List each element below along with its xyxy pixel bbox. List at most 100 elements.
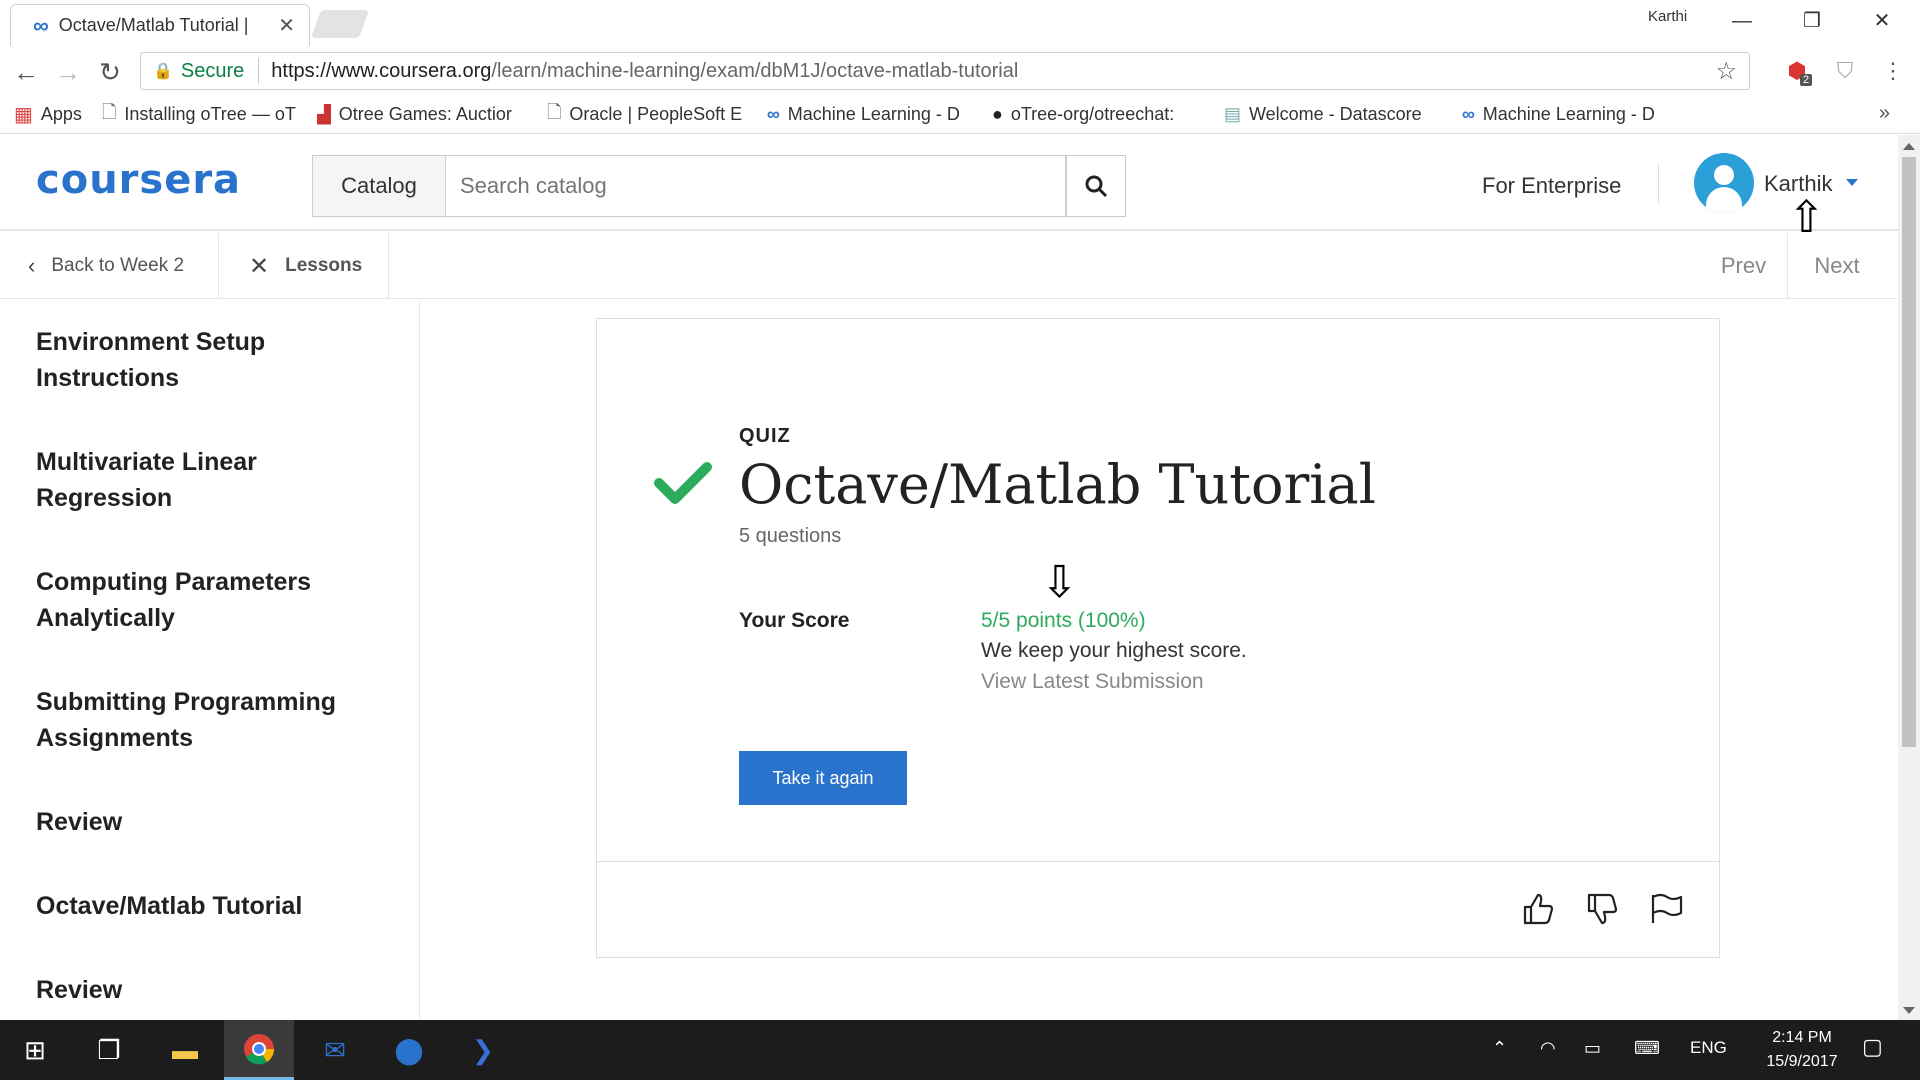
language-indicator[interactable]: ENG (1690, 1038, 1727, 1058)
outlook-icon[interactable]: ✉ (300, 1020, 370, 1080)
bookmark-apps[interactable]: ▦ Apps (14, 102, 82, 127)
search-input[interactable] (446, 155, 1066, 217)
sidebar-item-review[interactable]: Review (36, 804, 376, 840)
taskbar-clock[interactable]: 2:14 PM 15/9/2017 (1742, 1026, 1862, 1074)
card-divider (597, 861, 1719, 862)
tab-close-icon[interactable]: ✕ (278, 13, 295, 38)
catalog-button[interactable]: Catalog (312, 155, 446, 217)
prev-button[interactable]: Prev (1700, 233, 1788, 299)
keyboard-icon[interactable]: ⌨ (1634, 1038, 1660, 1059)
tab-title: Octave/Matlab Tutorial | (58, 15, 249, 35)
bookmark-label: Apps (40, 104, 82, 124)
bookmark-label: Otree Games: Auctior (338, 104, 512, 124)
bookmark-label: Machine Learning - D (787, 104, 960, 124)
new-tab-button[interactable] (310, 10, 370, 38)
bookmark-star-icon[interactable]: ☆ (1715, 57, 1737, 86)
avatar[interactable] (1694, 153, 1754, 213)
windows-taskbar: ⊞ ❐ ▬ ✉ ⬤ ❯ ⌃ ◠ ▭ ⌨ ENG 2:14 PM 15/9/201… (0, 1020, 1920, 1080)
lessons-toggle-button[interactable]: ✕ Lessons (219, 233, 389, 299)
sidebar-item-multivariate-regression[interactable]: Multivariate Linear Regression (36, 444, 376, 516)
sidebar-item-submitting-assignments[interactable]: Submitting Programming Assignments (36, 684, 376, 756)
shield-extension-icon[interactable]: ⛉ (1828, 54, 1862, 88)
bookmark-item[interactable]: ▤ Welcome - Datascore (1224, 104, 1442, 125)
bookmarks-overflow-icon[interactable]: » (1879, 102, 1890, 125)
chart-icon: ▟ (316, 104, 331, 124)
url-host: https://www.coursera.org (271, 59, 492, 82)
sidebar-item-review-2[interactable]: Review (36, 972, 376, 1008)
view-latest-submission-link[interactable]: View Latest Submission (981, 670, 1204, 694)
secure-label: Secure (180, 59, 245, 82)
quiz-card: QUIZ Octave/Matlab Tutorial 5 questions … (596, 318, 1720, 958)
next-button[interactable]: Next (1790, 233, 1884, 299)
question-count: 5 questions (739, 525, 842, 547)
scroll-down-icon[interactable] (1903, 1007, 1915, 1014)
bookmark-label: Installing oTree — oT (124, 104, 296, 124)
doc-icon: ▤ (1223, 104, 1241, 124)
back-to-week-label: Back to Week 2 (51, 255, 185, 276)
bookmark-label: Machine Learning - D (1482, 104, 1655, 124)
start-windows-icon[interactable]: ⊞ (0, 1020, 70, 1080)
bookmark-item[interactable]: ∞ Machine Learning - D (767, 104, 972, 125)
browser-title-bar: ∞ Octave/Matlab Tutorial | ✕ Karthi — ❐ … (0, 0, 1920, 46)
thumbs-down-icon[interactable] (1581, 889, 1621, 929)
window-close-icon[interactable]: ✕ (1862, 6, 1902, 36)
lock-icon: 🔒 (153, 63, 173, 80)
github-icon: ● (991, 104, 1003, 124)
browser-profile-name[interactable]: Karthi (1648, 8, 1687, 25)
coursera-logo[interactable]: coursera (36, 157, 241, 203)
lesson-nav-bar: ‹ Back to Week 2 ✕ Lessons Prev Next (0, 233, 1898, 299)
coursera-icon: ∞ (1461, 104, 1475, 124)
extension-badge: 2 (1800, 74, 1813, 86)
bookmark-item[interactable]: 🗋 Installing oTree — oT (102, 100, 297, 130)
page-scrollbar[interactable] (1898, 135, 1920, 1020)
coursera-icon: ∞ (766, 104, 780, 124)
sidebar-item-environment-setup[interactable]: Environment Setup Instructions (36, 324, 376, 396)
chevron-down-icon[interactable] (1846, 179, 1858, 186)
thumbs-up-icon[interactable] (1517, 889, 1557, 929)
scroll-up-icon[interactable] (1903, 143, 1915, 150)
bookmark-item[interactable]: ● oTree-org/otreechat: (992, 104, 1204, 125)
reload-icon[interactable]: ↻ (92, 54, 128, 90)
bookmark-label: Welcome - Datascore (1248, 104, 1422, 124)
quiz-type-label: QUIZ (739, 425, 791, 447)
sidebar-item-computing-parameters[interactable]: Computing Parameters Analytically (36, 564, 376, 636)
battery-icon[interactable]: ▭ (1584, 1038, 1601, 1059)
minimize-icon[interactable]: — (1722, 6, 1762, 36)
search-button[interactable] (1066, 155, 1126, 217)
restore-icon[interactable]: ❐ (1792, 6, 1832, 36)
scroll-thumb[interactable] (1902, 157, 1916, 747)
bookmarks-bar: ▦ Apps 🗋 Installing oTree — oT ▟ Otree G… (0, 96, 1920, 134)
sidebar-item-octave-tutorial[interactable]: Octave/Matlab Tutorial (36, 888, 376, 924)
maps-icon[interactable]: ⬤ (374, 1020, 444, 1080)
back-to-week-button[interactable]: ‹ Back to Week 2 (0, 233, 219, 299)
address-bar[interactable]: 🔒 Secure https://www.coursera.org /learn… (140, 52, 1750, 90)
flag-icon[interactable] (1645, 889, 1685, 929)
for-enterprise-link[interactable]: For Enterprise (1482, 173, 1621, 199)
forward-arrow-icon[interactable]: → (50, 54, 86, 90)
chrome-icon[interactable] (224, 1020, 294, 1080)
browser-toolbar: ← → ↻ 🔒 Secure https://www.coursera.org … (0, 46, 1920, 96)
bookmark-item[interactable]: ∞ Machine Learning - D (1462, 104, 1668, 125)
score-label: Your Score (739, 609, 850, 632)
browser-tab[interactable]: ∞ Octave/Matlab Tutorial | ✕ (10, 4, 310, 46)
take-it-again-button[interactable]: Take it again (739, 751, 907, 805)
back-arrow-icon[interactable]: ← (8, 54, 44, 90)
bookmark-item[interactable]: 🗋 Oracle | PeopleSoft E (547, 100, 747, 130)
file-explorer-icon[interactable]: ▬ (150, 1020, 220, 1080)
clock-time: 2:14 PM (1772, 1029, 1832, 1046)
wifi-icon[interactable]: ◠ (1540, 1038, 1556, 1059)
header-divider (1658, 163, 1659, 203)
avatar-body (1706, 187, 1742, 213)
url-path: /learn/machine-learning/exam/dbM1J/octav… (491, 59, 1019, 82)
avatar-head (1714, 165, 1734, 185)
page-icon: 🗋 (101, 101, 117, 122)
bookmark-label: Oracle | PeopleSoft E (569, 104, 743, 124)
chrome-logo-icon (244, 1033, 275, 1064)
tray-chevron-up-icon[interactable]: ⌃ (1492, 1038, 1507, 1059)
bookmark-item[interactable]: ▟ Otree Games: Auctior (317, 104, 527, 125)
action-center-icon[interactable]: ▢ (1862, 1034, 1883, 1060)
browser-menu-icon[interactable]: ⋮ (1876, 54, 1910, 88)
lessons-label: Lessons (285, 255, 363, 276)
powershell-icon[interactable]: ❯ (448, 1020, 518, 1080)
task-view-icon[interactable]: ❐ (74, 1020, 144, 1080)
